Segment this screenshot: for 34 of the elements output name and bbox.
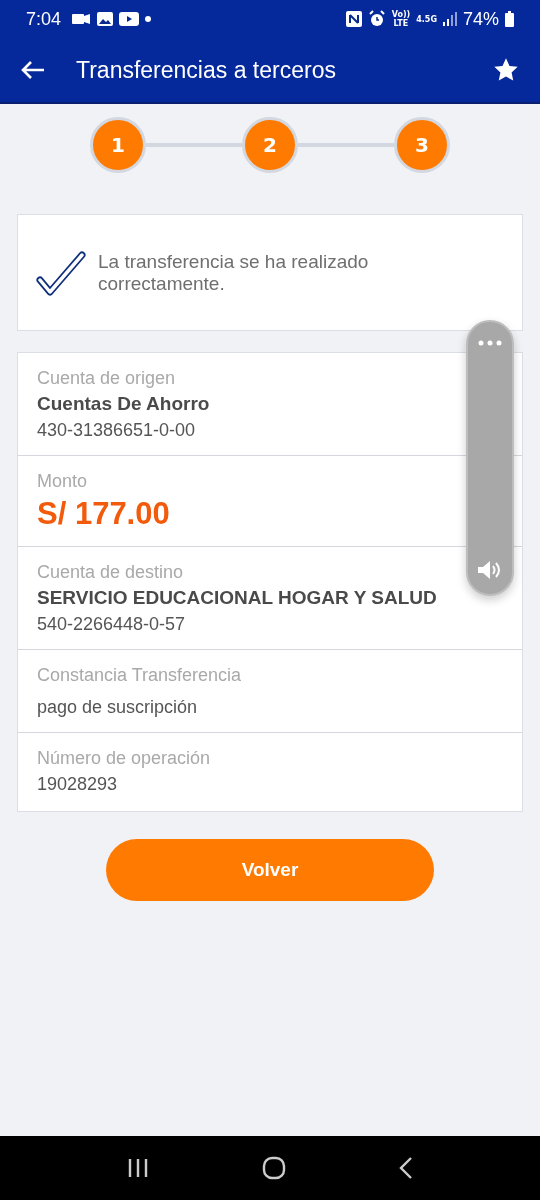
step-number: 3 (394, 117, 450, 173)
battery-icon (505, 11, 514, 27)
back-icon[interactable] (399, 1157, 414, 1179)
success-message: La transferencia se ha realizado correctamente. (98, 250, 370, 295)
field-label: Número de operación (37, 747, 211, 770)
field-value: pago de suscripción (37, 696, 198, 719)
field-label: Constancia Transferencia (37, 664, 242, 687)
field-value: 19028293 (37, 773, 118, 796)
data-label: 4.5G (416, 14, 437, 24)
network-label: Vo)) LTE (391, 10, 411, 28)
field-value: 540-2266448-0-57 (37, 613, 186, 636)
play-icon (119, 12, 140, 26)
notification-icon (71, 12, 92, 26)
step-number: 1 (90, 117, 146, 173)
field-label: Cuenta de destino (37, 561, 184, 584)
image-icon (97, 12, 114, 26)
amount-value: S/ 177.00 (37, 495, 170, 533)
field-value: 430-31386651-0-00 (37, 419, 196, 442)
signal-icon (442, 12, 457, 26)
dot-icon (145, 16, 152, 22)
field-title: Cuentas De Ahorro (37, 392, 210, 416)
recent-apps-icon[interactable] (126, 1158, 149, 1178)
step-number: 2 (242, 117, 298, 173)
screen-title: Transferencias a terceros (76, 56, 336, 84)
back-primary-button[interactable]: Volver (106, 839, 434, 901)
home-icon[interactable] (262, 1156, 286, 1180)
nfc-icon (345, 11, 362, 27)
field-label: Monto (37, 470, 88, 493)
alarm-icon (367, 10, 386, 28)
field-title: SERVICIO EDUCACIONAL HOGAR Y SALUD (37, 586, 437, 610)
field-label: Cuenta de origen (37, 367, 176, 390)
battery-percent: 74% (462, 8, 499, 30)
check-icon (36, 249, 86, 296)
status-time: 7:04 (26, 8, 62, 30)
